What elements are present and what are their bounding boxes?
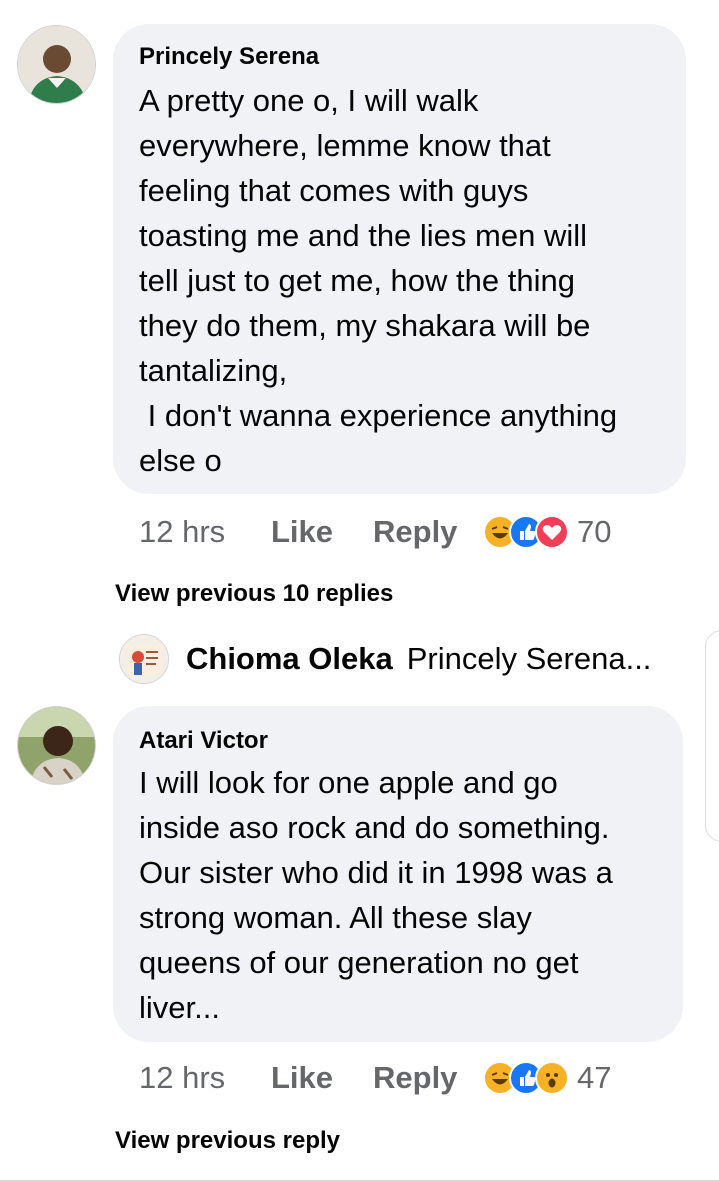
scroll-edge — [705, 630, 719, 842]
reply-snippet[interactable]: Princely Serena... — [407, 641, 652, 677]
comment-author[interactable]: Atari Victor — [139, 726, 657, 756]
like-button[interactable]: Like — [271, 514, 373, 550]
like-button[interactable]: Like — [271, 1060, 373, 1096]
reaction-count[interactable]: 70 — [577, 514, 611, 550]
view-previous-replies-link[interactable]: View previous 10 replies — [115, 580, 393, 608]
avatar[interactable] — [17, 25, 96, 104]
comment-text: I will look for one apple and go inside … — [139, 765, 613, 1025]
view-previous-reply-link[interactable]: View previous reply — [115, 1127, 340, 1155]
reactions-summary[interactable] — [483, 515, 569, 549]
comment-bubble: Atari Victor I will look for one apple a… — [113, 706, 683, 1042]
reply-button[interactable]: Reply — [373, 514, 483, 550]
collapsed-reply[interactable]: Chioma Oleka Princely Serena... — [186, 641, 651, 677]
comment-text: A pretty one o, I will walk everywhere, … — [139, 83, 618, 478]
comment-actions: 12 hrs Like Reply 47 — [139, 1058, 611, 1098]
reply-button[interactable]: Reply — [373, 1060, 483, 1096]
comment-bubble: Princely Serena A pretty one o, I will w… — [113, 24, 686, 494]
reply-avatar[interactable] — [119, 634, 169, 684]
reaction-count[interactable]: 47 — [577, 1060, 611, 1096]
comment-actions: 12 hrs Like Reply 70 — [139, 512, 611, 552]
wow-reaction-icon — [535, 1061, 569, 1095]
reactions-summary[interactable] — [483, 1061, 569, 1095]
comment-timestamp[interactable]: 12 hrs — [139, 1060, 271, 1096]
reply-author[interactable]: Chioma Oleka — [186, 641, 393, 677]
comment-timestamp[interactable]: 12 hrs — [139, 514, 271, 550]
comment-author[interactable]: Princely Serena — [139, 42, 660, 72]
love-reaction-icon — [535, 515, 569, 549]
avatar[interactable] — [17, 706, 96, 785]
